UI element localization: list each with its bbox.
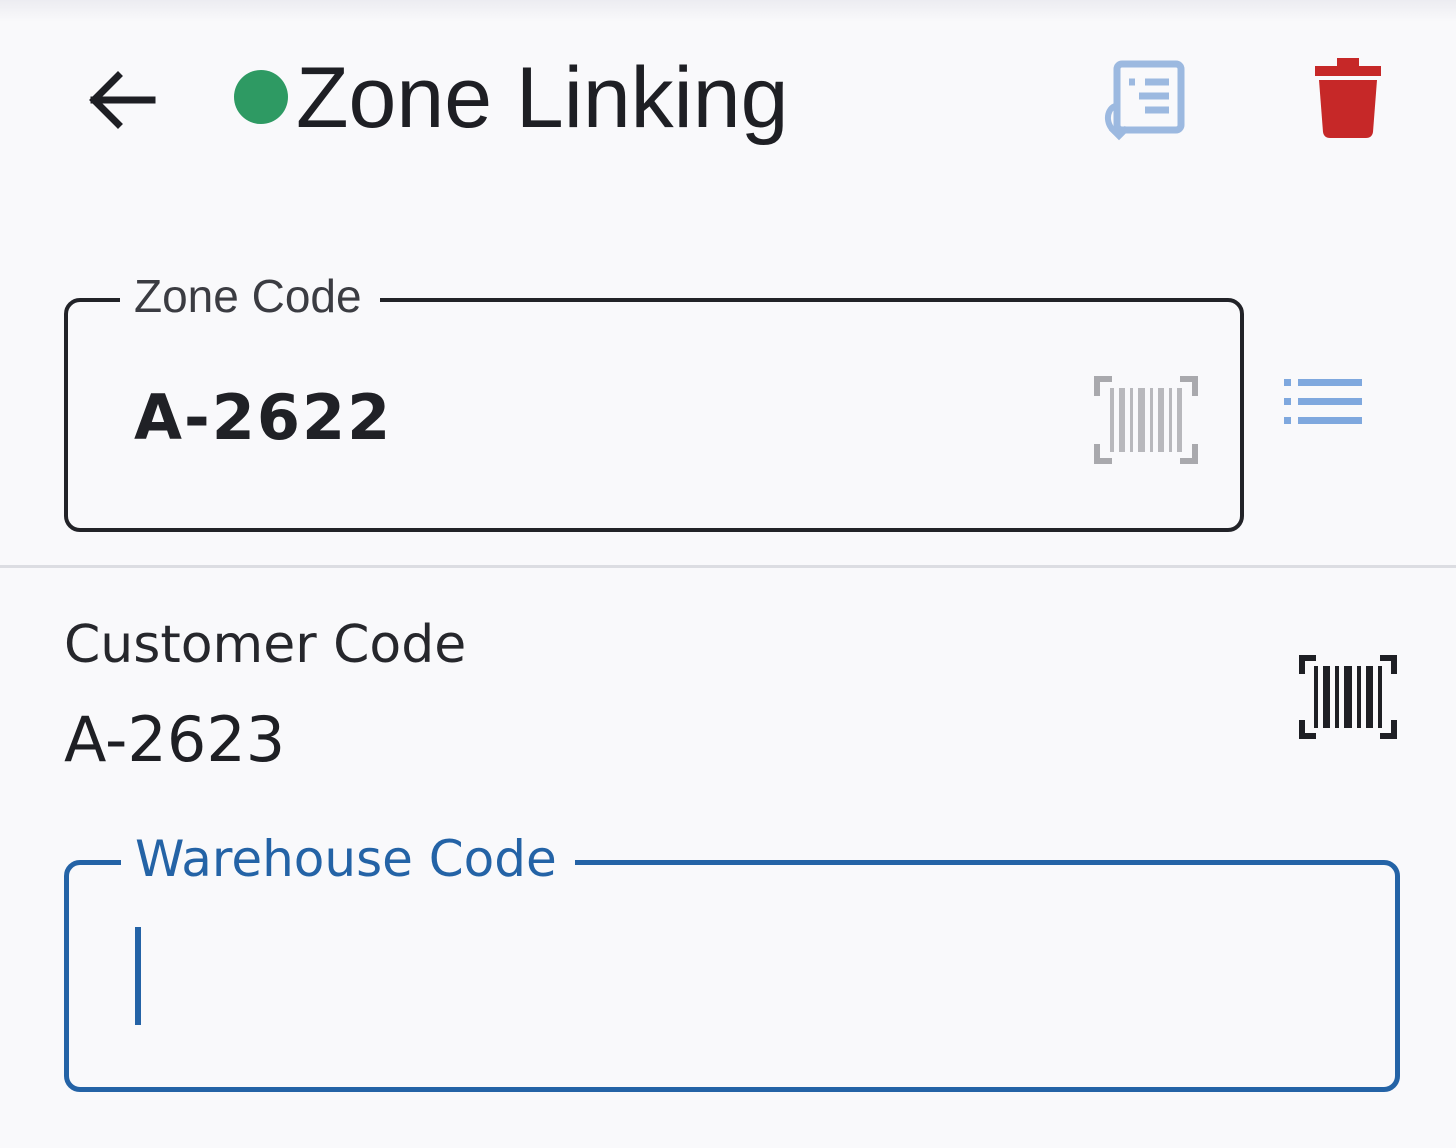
back-button[interactable]: [78, 58, 162, 142]
arrow-left-icon: [89, 71, 156, 129]
list-icon: [1284, 379, 1362, 424]
customer-code-value: A-2623: [64, 703, 286, 776]
warehouse-code-input[interactable]: [129, 921, 1329, 1029]
zone-list-button[interactable]: [1272, 362, 1376, 442]
list-transfer-icon: [1105, 60, 1185, 141]
app-bar: Zone Linking: [0, 0, 1456, 200]
page-title: Zone Linking: [296, 50, 789, 146]
warehouse-code-field[interactable]: Warehouse Code: [64, 829, 1400, 1092]
delete-button[interactable]: [1308, 50, 1388, 146]
link-list-button[interactable]: [1094, 54, 1194, 146]
status-indicator-dot: [234, 70, 288, 124]
section-divider: [0, 565, 1456, 568]
warehouse-code-label: Warehouse Code: [121, 829, 575, 889]
trash-icon: [1315, 58, 1381, 138]
zone-scan-button[interactable]: [1094, 376, 1198, 464]
zone-code-value: A-2622: [134, 381, 393, 454]
status-bar-shadow: [0, 0, 1456, 22]
text-cursor: [135, 927, 141, 1025]
customer-code-label: Customer Code: [64, 615, 467, 675]
customer-scan-button[interactable]: [1292, 652, 1404, 742]
zone-code-field[interactable]: Zone Code A-2622: [64, 268, 1244, 532]
barcode-scan-icon: [1299, 655, 1397, 739]
barcode-scan-icon: [1094, 376, 1198, 464]
zone-code-label: Zone Code: [120, 268, 380, 324]
